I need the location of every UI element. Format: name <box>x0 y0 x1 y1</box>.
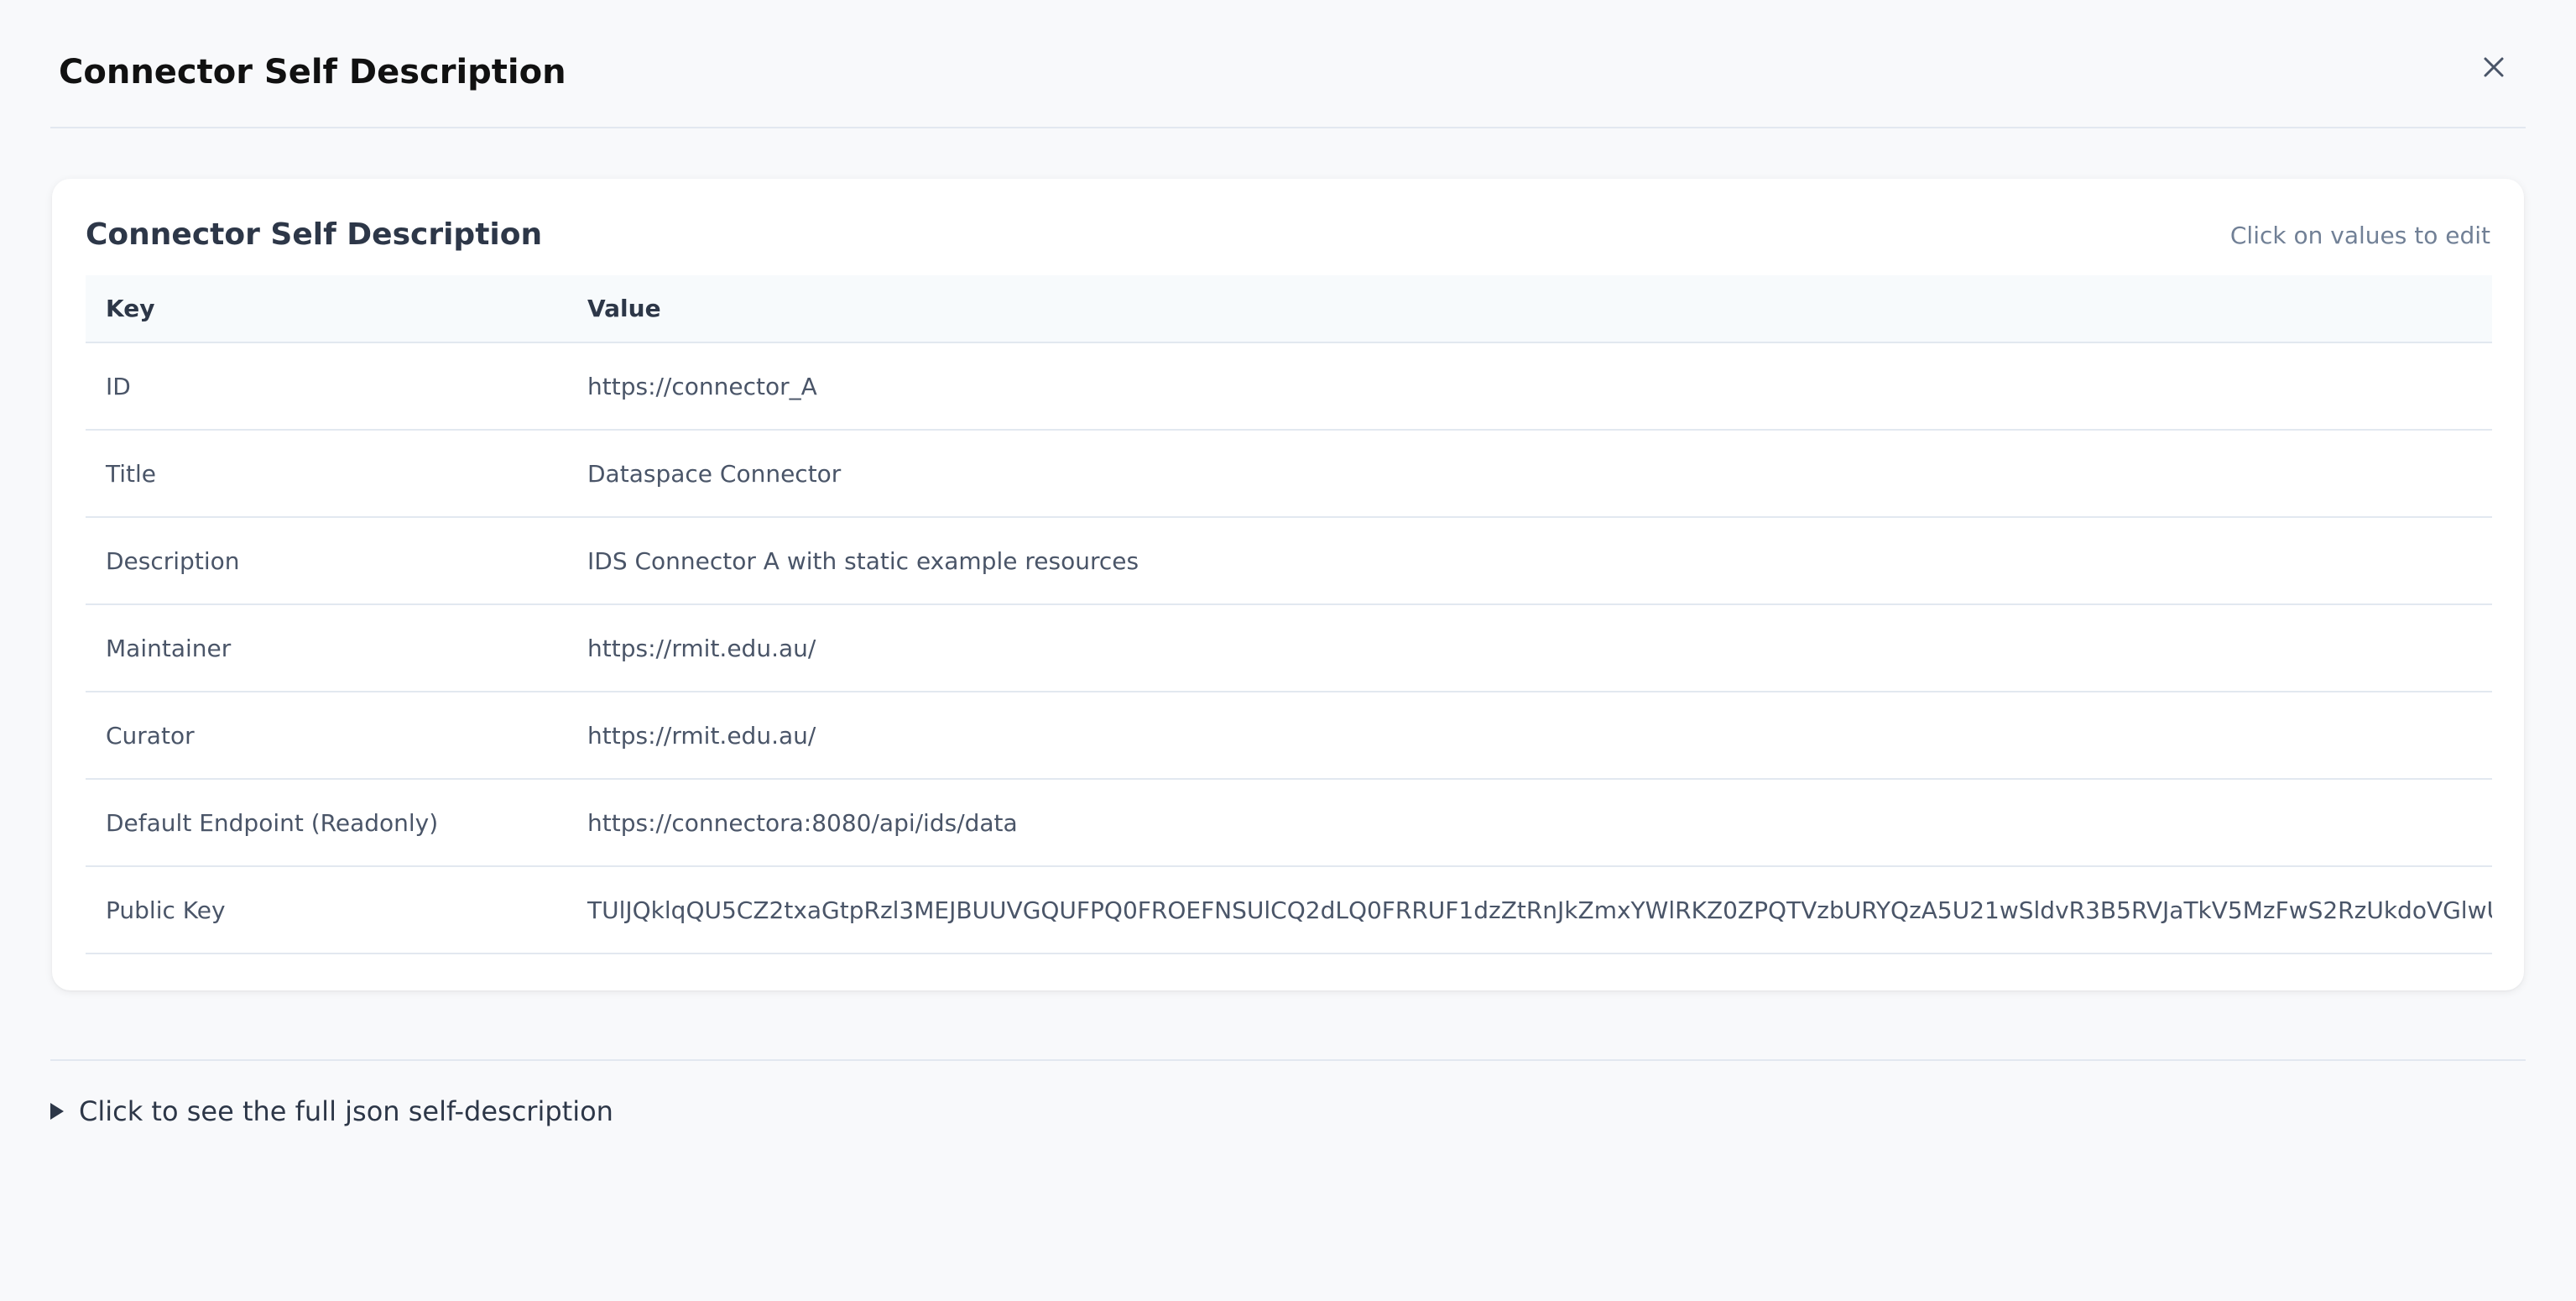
row-key-id: ID <box>86 342 567 431</box>
row-value-curator[interactable]: https://rmit.edu.au/ <box>567 692 2492 780</box>
row-key-default-endpoint: Default Endpoint (Readonly) <box>86 779 567 867</box>
card-title: Connector Self Description <box>86 217 543 252</box>
column-header-value: Value <box>567 275 2492 343</box>
row-key-public-key: Public Key <box>86 866 567 954</box>
row-value-default-endpoint: https://connectora:8080/api/ids/data <box>567 779 2492 867</box>
table-row: ID https://connector_A <box>86 342 2492 431</box>
row-value-public-key[interactable]: TUlJQklqQU5CZ2txaGtpRzl3MEJBUUVGQUFPQ0FR… <box>567 866 2492 954</box>
table-row: Maintainer https://rmit.edu.au/ <box>86 604 2492 692</box>
table-row: Description IDS Connector A with static … <box>86 517 2492 605</box>
table-row: Public Key TUlJQklqQU5CZ2txaGtpRzl3MEJBU… <box>86 866 2492 954</box>
row-key-description: Description <box>86 517 567 605</box>
row-value-title[interactable]: Dataspace Connector <box>567 430 2492 518</box>
modal-header: Connector Self Description <box>50 0 2526 128</box>
table-header-row: Key Value <box>86 275 2492 343</box>
column-header-key: Key <box>86 275 567 343</box>
close-icon <box>2484 57 2504 77</box>
table-row: Curator https://rmit.edu.au/ <box>86 692 2492 780</box>
row-value-description[interactable]: IDS Connector A with static example reso… <box>567 517 2492 605</box>
triangle-right-icon <box>50 1103 64 1120</box>
row-key-curator: Curator <box>86 692 567 780</box>
json-details-toggle[interactable]: Click to see the full json self-descript… <box>50 1091 613 1131</box>
self-description-card: Connector Self Description Click on valu… <box>52 179 2524 990</box>
table-row: Default Endpoint (Readonly) https://conn… <box>86 779 2492 867</box>
modal-title: Connector Self Description <box>59 53 566 91</box>
row-value-id[interactable]: https://connector_A <box>567 342 2492 431</box>
row-key-maintainer: Maintainer <box>86 604 567 692</box>
edit-hint: Click on values to edit <box>2229 222 2490 249</box>
json-details-label: Click to see the full json self-descript… <box>79 1095 613 1127</box>
close-button[interactable] <box>2474 47 2514 87</box>
row-value-maintainer[interactable]: https://rmit.edu.au/ <box>567 604 2492 692</box>
section-divider <box>50 1059 2526 1061</box>
row-key-title: Title <box>86 430 567 518</box>
table-row: Title Dataspace Connector <box>86 430 2492 518</box>
self-description-table: Key Value ID https://connector_A Title D… <box>86 275 2492 954</box>
